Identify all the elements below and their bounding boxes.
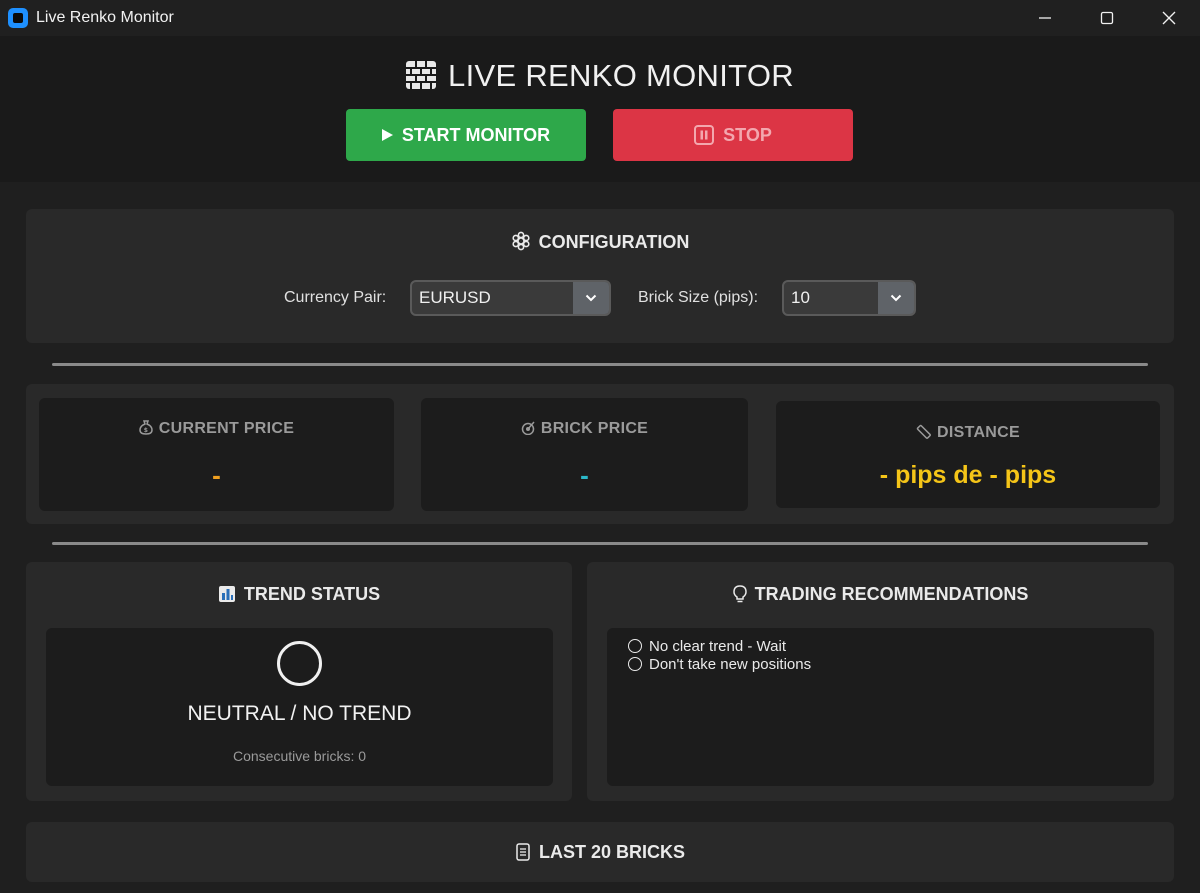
list-item: Don't take new positions xyxy=(628,655,811,673)
page-title-text: LIVE RENKO MONITOR xyxy=(448,58,794,93)
scroll-icon xyxy=(515,843,531,866)
recommendation-text: No clear trend - Wait xyxy=(649,637,786,655)
currency-pair-value: EURUSD xyxy=(419,288,491,307)
target-icon xyxy=(521,421,535,440)
app-header: LIVE RENKO MONITOR START MONITOR STOP xyxy=(0,36,1200,182)
minimize-button[interactable] xyxy=(1014,0,1076,36)
brick-size-select[interactable]: 10 xyxy=(782,280,916,316)
window-controls xyxy=(1014,0,1200,36)
last-bricks-title-text: LAST 20 BRICKS xyxy=(538,842,686,862)
minimize-icon xyxy=(1039,17,1051,19)
app-icon xyxy=(8,8,28,28)
svg-text:$: $ xyxy=(144,427,148,434)
maximize-button[interactable] xyxy=(1076,0,1138,36)
currency-pair-label: Currency Pair: xyxy=(284,289,387,306)
trend-status-text: NEUTRAL / NO TREND xyxy=(187,702,412,725)
current-price-label: $ CURRENT PRICE xyxy=(39,420,394,440)
brick-price-card: BRICK PRICE - xyxy=(421,398,748,511)
gear-icon xyxy=(511,231,531,256)
chevron-down-icon[interactable] xyxy=(573,282,609,314)
configuration-title: CONFIGURATION xyxy=(26,231,1174,256)
money-bag-icon: $ xyxy=(139,420,153,440)
neutral-circle-icon xyxy=(277,641,322,686)
configuration-title-text: CONFIGURATION xyxy=(538,232,690,252)
distance-label-text: DISTANCE xyxy=(937,424,1020,441)
page-title: LIVE RENKO MONITOR xyxy=(0,58,1200,97)
brick-price-label-text: BRICK PRICE xyxy=(540,420,649,437)
stop-button[interactable]: STOP xyxy=(613,109,853,161)
currency-pair-select[interactable]: EURUSD xyxy=(410,280,611,316)
chevron-down-icon[interactable] xyxy=(878,282,914,314)
distance-card: DISTANCE - pips de - pips xyxy=(776,401,1160,508)
circle-bullet-icon xyxy=(628,639,642,653)
distance-value: - pips de - pips xyxy=(879,461,1057,489)
ruler-icon xyxy=(916,424,931,444)
trend-status-title-text: TREND STATUS xyxy=(243,584,381,604)
recommendations-list: No clear trend - Wait Don't take new pos… xyxy=(628,637,811,673)
pause-icon xyxy=(694,125,715,145)
section-divider xyxy=(52,363,1148,366)
recommendation-text: Don't take new positions xyxy=(649,655,812,673)
chart-icon xyxy=(218,585,236,608)
consecutive-bricks-count: Consecutive bricks: 0 xyxy=(232,748,367,764)
brick-wall-icon xyxy=(406,61,437,97)
trend-status-title: TREND STATUS xyxy=(26,584,572,608)
current-price-value: - xyxy=(212,460,221,490)
trading-recommendations-title: TRADING RECOMMENDATIONS xyxy=(587,584,1174,608)
circle-bullet-icon xyxy=(628,657,642,671)
brick-size-label: Brick Size (pips): xyxy=(638,289,759,306)
trading-recommendations-title-text: TRADING RECOMMENDATIONS xyxy=(754,584,1029,604)
current-price-label-text: CURRENT PRICE xyxy=(158,420,295,437)
brick-price-label: BRICK PRICE xyxy=(421,420,748,440)
lightbulb-icon xyxy=(732,585,747,608)
distance-label: DISTANCE xyxy=(776,424,1160,444)
section-divider xyxy=(52,542,1148,545)
list-item: No clear trend - Wait xyxy=(628,637,811,655)
stop-label: STOP xyxy=(723,124,772,145)
window-title: Live Renko Monitor xyxy=(36,9,174,26)
close-button[interactable] xyxy=(1138,0,1200,36)
close-icon xyxy=(1162,11,1176,25)
window-titlebar: Live Renko Monitor xyxy=(0,0,1200,36)
brick-size-value: 10 xyxy=(791,288,810,307)
play-icon xyxy=(381,129,393,141)
start-monitor-label: START MONITOR xyxy=(401,124,551,145)
last-bricks-panel: LAST 20 BRICKS xyxy=(26,822,1174,882)
configuration-panel: CONFIGURATION xyxy=(26,209,1174,343)
current-price-card: $ CURRENT PRICE - xyxy=(39,398,394,511)
last-bricks-title: LAST 20 BRICKS xyxy=(26,842,1174,866)
maximize-icon xyxy=(1100,11,1114,25)
brick-price-value: - xyxy=(580,460,589,490)
start-monitor-button[interactable]: START MONITOR xyxy=(346,109,586,161)
